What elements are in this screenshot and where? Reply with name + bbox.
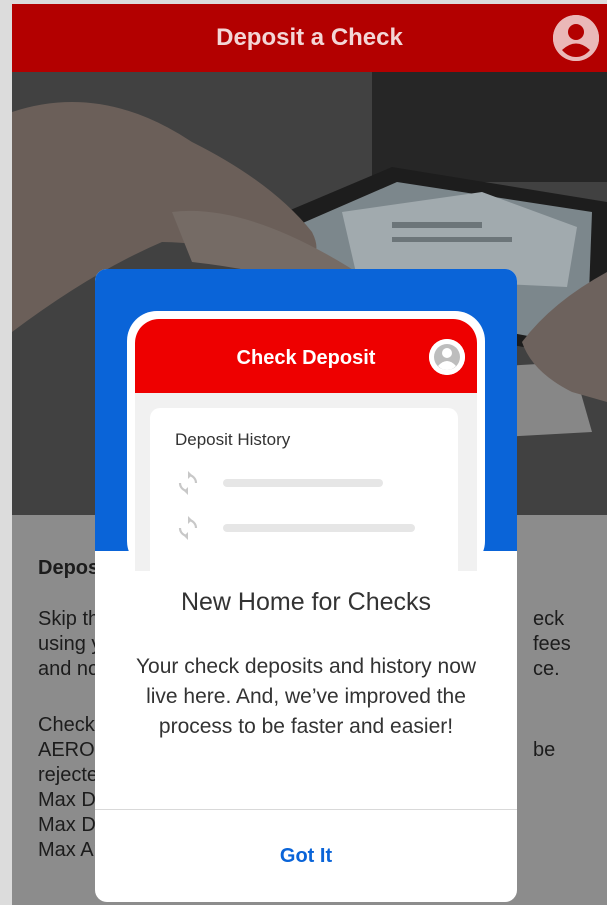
content-line: ce. (533, 658, 560, 680)
modal-title: New Home for Checks (180, 588, 432, 616)
got-it-button[interactable]: Got It (95, 810, 517, 902)
modal-illustration: Check Deposit Deposit History (95, 269, 517, 608)
phone-body: Deposit History (135, 393, 477, 608)
app-bar: Deposit a Check (12, 4, 607, 72)
history-row (175, 515, 445, 540)
page-title: Deposit a Check (216, 24, 403, 51)
history-card: Deposit History (150, 408, 458, 608)
content-right-fragments: eck fees ce. be (533, 607, 571, 763)
placeholder-line (223, 524, 415, 532)
phone-header: Check Deposit (135, 319, 477, 393)
account-circle-icon[interactable] (553, 15, 599, 61)
content-line: eck (533, 608, 565, 630)
onboarding-modal: Check Deposit Deposit History New Home f… (95, 269, 517, 902)
content-line: fees (533, 633, 571, 655)
placeholder-line (223, 479, 383, 487)
sync-icon (178, 471, 198, 495)
history-title: Deposit History (175, 430, 291, 449)
account-circle-icon (429, 339, 465, 375)
sync-icon (178, 516, 198, 540)
content-line: be (533, 739, 556, 761)
phone-illustration: Check Deposit Deposit History (127, 311, 485, 608)
modal-message: Your check deposits and history now live… (135, 655, 477, 738)
history-row (175, 470, 445, 495)
content-heading: Depos (38, 557, 100, 579)
phone-title: Check Deposit (236, 347, 376, 369)
